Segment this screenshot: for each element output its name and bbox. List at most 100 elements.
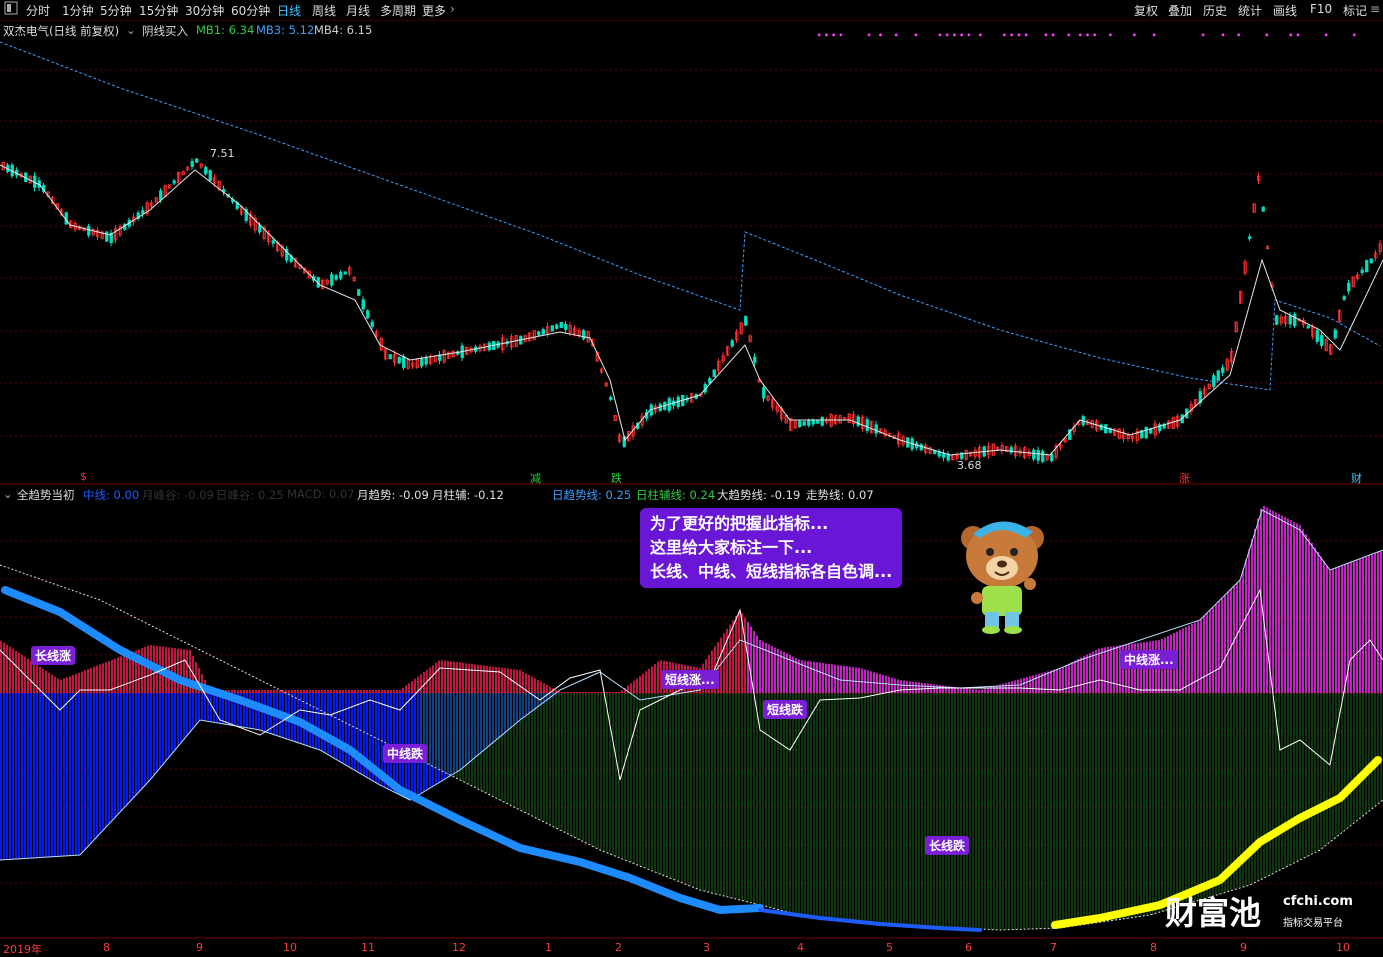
indicator-panel-name[interactable]: 全趋势当初: [17, 487, 75, 503]
ind-item-month-trend: 月趋势: -0.09: [357, 488, 429, 502]
candle-body: [420, 358, 424, 367]
axis-label: 11: [361, 941, 375, 954]
annotation-line-1: 为了更好的把握此指标...: [650, 514, 829, 533]
candle-body: [159, 190, 163, 201]
axis-label: 9: [1240, 941, 1247, 954]
axis-label: 9: [196, 941, 203, 954]
axis-label: 10: [1336, 941, 1350, 954]
signal-marker-reduce: 减: [530, 472, 541, 485]
ind-item-month-peak: 月峰谷: -0.09: [142, 488, 214, 502]
candle-body: [1144, 426, 1148, 439]
candle-body: [865, 419, 869, 431]
candle-body: [816, 420, 820, 424]
fuquan-button[interactable]: 复权: [1134, 2, 1158, 19]
candle-body: [811, 420, 815, 425]
axis-label: 10: [283, 941, 297, 954]
axis-label: 3: [703, 941, 710, 954]
period-tab-multi[interactable]: 多周期: [380, 2, 416, 19]
tag-short-up: 短线涨...: [661, 670, 719, 689]
candle-body: [919, 444, 923, 451]
candle-body: [424, 357, 428, 365]
candle-body: [1275, 315, 1279, 325]
axis-label: 1: [545, 941, 552, 954]
candle-body: [388, 354, 392, 360]
ind-item-big-trend: 大趋势线: -0.19: [717, 488, 801, 502]
ind-item-mid: 中线: 0.00: [83, 488, 140, 502]
short-ma-line: [0, 164, 1383, 456]
period-tab-5min[interactable]: 5分钟: [100, 2, 132, 19]
candle-body: [1347, 282, 1351, 292]
candle-body: [541, 329, 545, 335]
tag-long-up: 长线涨: [31, 646, 76, 665]
axis-label: 2: [615, 941, 622, 954]
period-tab-60min[interactable]: 60分钟: [231, 2, 270, 19]
candle-body: [564, 323, 568, 330]
candle-body: [330, 273, 334, 286]
ind-item-trend: 走势线: 0.07: [806, 488, 874, 502]
candle-body: [1293, 313, 1297, 327]
candle-body: [798, 420, 802, 428]
signal-marker-dollar: $: [80, 470, 87, 483]
f10-button[interactable]: F10: [1310, 2, 1332, 16]
mark-button[interactable]: 标记: [1343, 2, 1367, 19]
period-tab-monthly[interactable]: 月线: [346, 2, 370, 19]
window-icon[interactable]: [4, 1, 18, 18]
candle-body: [172, 180, 176, 184]
candle-body: [555, 324, 559, 329]
overlay-button[interactable]: 叠加: [1168, 2, 1192, 19]
candle-body: [1306, 325, 1310, 329]
candle-body: [762, 387, 766, 399]
candle-body: [87, 225, 91, 236]
candle-body: [537, 331, 541, 336]
candle-body: [1041, 450, 1045, 462]
axis-label: 12: [452, 941, 466, 954]
candle-body: [874, 424, 878, 434]
period-tab-weekly[interactable]: 周线: [312, 2, 336, 19]
chevron-down-icon[interactable]: ⌄: [3, 487, 13, 501]
candle-body: [339, 271, 343, 279]
chart-canvas: [0, 41, 1383, 939]
period-tab-30min[interactable]: 30分钟: [185, 2, 224, 19]
tag-long-down: 长线跌: [925, 836, 970, 855]
period-tab-15min[interactable]: 15分钟: [139, 2, 178, 19]
chevron-right-icon[interactable]: ›: [450, 2, 455, 16]
signal-marker-wealth: 财: [1351, 472, 1362, 485]
low-price-label: 3.68: [957, 459, 982, 472]
stock-title[interactable]: 双杰电气(日线 前复权): [3, 23, 119, 39]
candle-body: [802, 421, 806, 426]
draw-line-button[interactable]: 画线: [1273, 2, 1297, 19]
tag-mid-down: 中线跌: [383, 744, 428, 763]
tag-short-down: 短线跌: [763, 700, 808, 719]
signal-marker-rise: 涨: [1179, 472, 1190, 485]
period-tab-more[interactable]: 更多: [422, 2, 446, 19]
candle-body: [582, 330, 586, 340]
signal-marker-fall: 跌: [611, 472, 622, 485]
candle-body: [1369, 258, 1373, 264]
stats-button[interactable]: 统计: [1238, 2, 1262, 19]
period-tab-timeshare[interactable]: 分时: [26, 2, 50, 19]
ind-item-month-aux: 月柱辅: -0.12: [432, 488, 504, 502]
candle-body: [343, 271, 347, 275]
period-tab-1min[interactable]: 1分钟: [62, 2, 94, 19]
indicator-name[interactable]: 阴线买入: [142, 23, 188, 39]
candle-body: [204, 166, 208, 175]
menu-icon[interactable]: ≡: [1370, 2, 1380, 16]
history-button[interactable]: 历史: [1203, 2, 1227, 19]
candle-body: [1342, 296, 1346, 300]
candle-body: [1365, 259, 1369, 273]
candle-body: [361, 299, 365, 310]
candle-body: [820, 417, 824, 426]
candle-body: [357, 289, 361, 296]
watermark-slogan: 指标交易平台: [1283, 918, 1343, 929]
candle-body: [1333, 329, 1337, 339]
candle-body: [402, 355, 406, 369]
candle-body: [1009, 447, 1013, 453]
chevron-down-icon[interactable]: ⌄: [126, 23, 136, 37]
axis-label: 8: [1150, 941, 1157, 954]
candle-body: [366, 310, 370, 319]
candle-body: [1104, 424, 1108, 434]
axis-label: 6: [965, 941, 972, 954]
period-tab-daily[interactable]: 日线: [277, 2, 301, 19]
annotation-line-2: 这里给大家标注一下...: [650, 538, 813, 557]
candle-body: [1149, 428, 1153, 434]
